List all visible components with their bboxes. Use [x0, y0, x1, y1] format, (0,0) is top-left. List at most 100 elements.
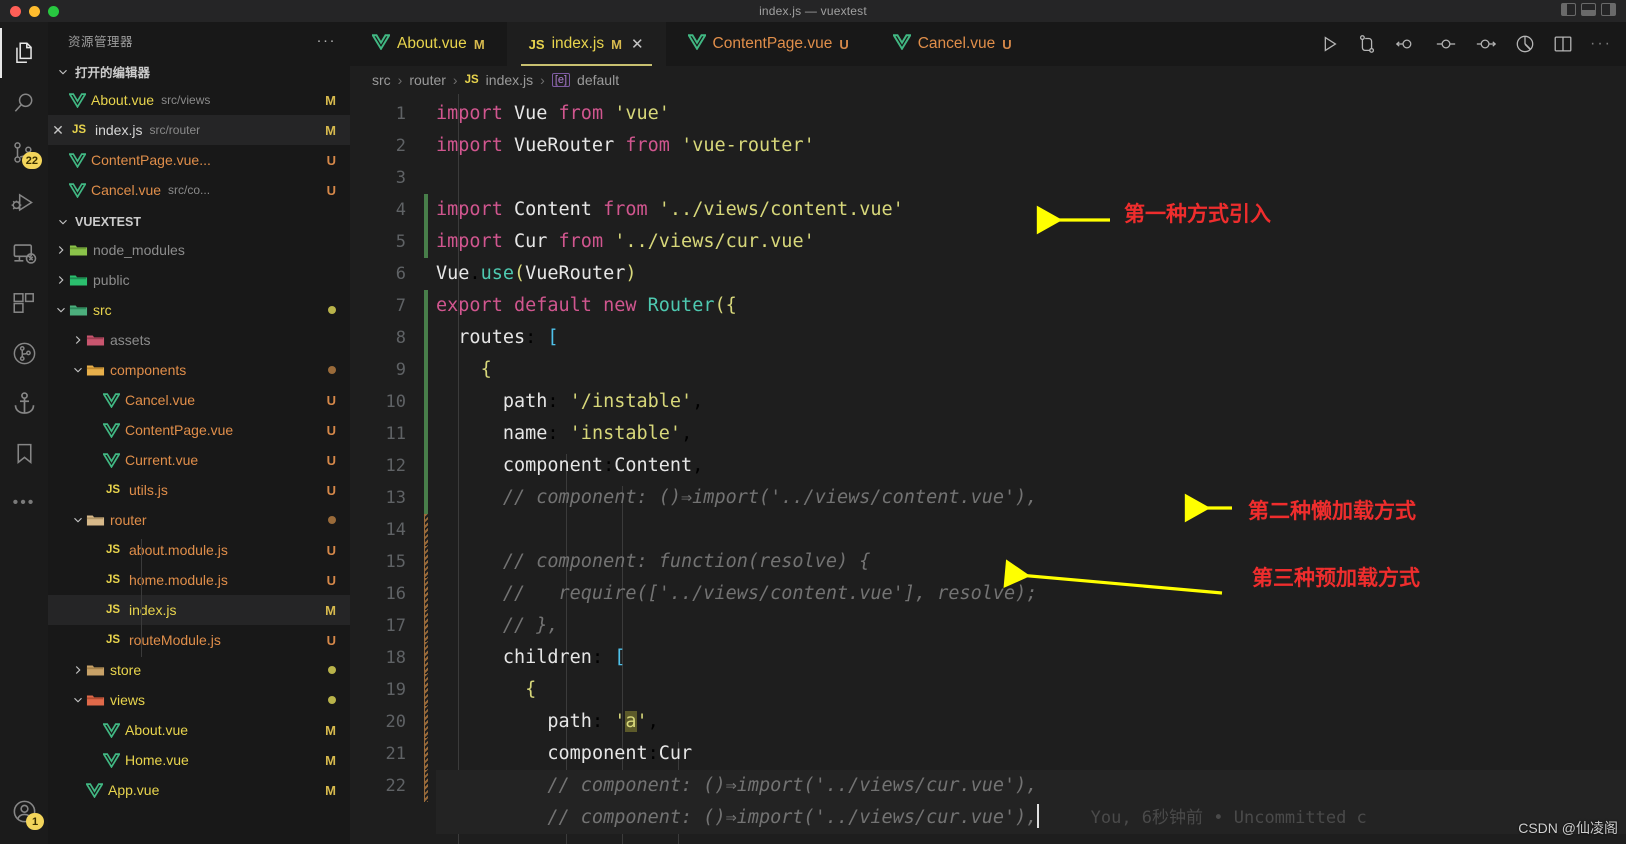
- code-content[interactable]: You, 实时 | 1 author (You) import Vue from…: [436, 94, 1626, 844]
- js-icon: JS: [71, 124, 87, 136]
- tree-file-row[interactable]: About.vue M: [48, 715, 350, 745]
- more-actions-icon[interactable]: ···: [1590, 36, 1612, 52]
- tree-folder-row[interactable]: node_modules: [48, 235, 350, 265]
- code-line[interactable]: // component: ()⇒import('../views/cur.vu…: [436, 770, 1626, 802]
- breadcrumb-item-router[interactable]: router: [409, 72, 446, 88]
- breadcrumb-item-src[interactable]: src: [372, 72, 391, 88]
- code-line[interactable]: import Content from '../views/content.vu…: [436, 194, 1626, 226]
- tree-folder-row[interactable]: store: [48, 655, 350, 685]
- code-line[interactable]: name: 'instable',: [436, 418, 1626, 450]
- explorer-more-actions-icon[interactable]: ···: [317, 33, 337, 48]
- source-control-graph-icon[interactable]: [1356, 33, 1378, 55]
- activity-gitlens[interactable]: [0, 328, 48, 378]
- breadcrumb-item-file[interactable]: index.js: [486, 72, 533, 88]
- code-line[interactable]: routes: [: [436, 322, 1626, 354]
- code-line[interactable]: Vue.use(VueRouter): [436, 258, 1626, 290]
- open-editor-row[interactable]: Cancel.vue src/co... U: [48, 175, 350, 205]
- code-line[interactable]: export default new Router({: [436, 290, 1626, 322]
- coverage-icon[interactable]: [1514, 33, 1536, 55]
- tab-about-vue[interactable]: About.vue M: [350, 22, 507, 66]
- debug-step-icon-2[interactable]: [1474, 33, 1498, 55]
- open-editor-filename: Cancel.vue: [91, 182, 162, 198]
- activity-bookmarks[interactable]: [0, 428, 48, 478]
- debug-step-icon-1[interactable]: [1434, 33, 1458, 55]
- activity-more-views[interactable]: •••: [0, 478, 48, 528]
- tree-file-row[interactable]: ContentPage.vue U: [48, 415, 350, 445]
- chevron-down-icon[interactable]: [71, 513, 85, 527]
- toggle-primary-sidebar-icon[interactable]: [1561, 3, 1576, 16]
- tree-file-row[interactable]: JS routeModule.js U: [48, 625, 350, 655]
- js-icon: JS: [464, 74, 479, 86]
- chevron-right-icon[interactable]: [54, 243, 68, 257]
- tree-folder-row[interactable]: assets: [48, 325, 350, 355]
- tree-folder-row[interactable]: src: [48, 295, 350, 325]
- tree-item-label: public: [93, 272, 130, 288]
- code-line[interactable]: {: [436, 354, 1626, 386]
- code-line[interactable]: [436, 162, 1626, 194]
- code-line[interactable]: path: '/instable',: [436, 386, 1626, 418]
- chevron-right-icon[interactable]: [71, 663, 85, 677]
- code-line[interactable]: [436, 514, 1626, 546]
- code-line[interactable]: {: [436, 674, 1626, 706]
- code-line[interactable]: // component: function(resolve) {: [436, 546, 1626, 578]
- open-editor-status: M: [325, 92, 336, 108]
- open-editor-row[interactable]: ContentPage.vue... U: [48, 145, 350, 175]
- code-line[interactable]: component:Content,: [436, 450, 1626, 482]
- tree-folder-row[interactable]: views: [48, 685, 350, 715]
- code-line[interactable]: import VueRouter from 'vue-router': [436, 130, 1626, 162]
- close-icon[interactable]: ✕: [48, 122, 68, 139]
- open-editor-row[interactable]: ✕ JS index.js src/router M: [48, 115, 350, 145]
- open-editors-section-header[interactable]: 打开的编辑器: [48, 58, 350, 85]
- chevron-right-icon[interactable]: [54, 273, 68, 287]
- tab-index-js[interactable]: JS index.js M ✕: [506, 22, 666, 66]
- open-editor-row[interactable]: About.vue src/views M: [48, 85, 350, 115]
- code-line-active[interactable]: // component: ()⇒import('../views/cur.vu…: [436, 802, 1626, 834]
- chevron-down-icon[interactable]: [71, 693, 85, 707]
- code-editor[interactable]: 12345678910111213141516171819202122 You,…: [350, 94, 1626, 844]
- code-line[interactable]: // component: ()⇒import('../views/conten…: [436, 482, 1626, 514]
- code-line[interactable]: // require(['../views/content.vue'], res…: [436, 578, 1626, 610]
- activity-explorer[interactable]: [0, 28, 48, 78]
- tree-file-row[interactable]: Current.vue U: [48, 445, 350, 475]
- tree-folder-row[interactable]: components: [48, 355, 350, 385]
- activity-run-debug[interactable]: [0, 178, 48, 228]
- tree-folder-row[interactable]: public: [48, 265, 350, 295]
- code-line[interactable]: import Vue from 'vue': [436, 98, 1626, 130]
- line-number: 9: [395, 360, 406, 380]
- activity-extensions[interactable]: [0, 278, 48, 328]
- code-line[interactable]: component:Cur: [436, 738, 1626, 770]
- split-editor-icon[interactable]: [1552, 33, 1574, 55]
- tree-file-row[interactable]: JS index.js M: [48, 595, 350, 625]
- tree-file-row[interactable]: JS utils.js U: [48, 475, 350, 505]
- activity-docker[interactable]: [0, 378, 48, 428]
- debug-alt-icon[interactable]: [1394, 33, 1418, 55]
- tree-file-row[interactable]: Cancel.vue U: [48, 385, 350, 415]
- modified-line-marker: [424, 674, 428, 706]
- code-line[interactable]: import Cur from '../views/cur.vue': [436, 226, 1626, 258]
- breadcrumb-item-symbol[interactable]: default: [577, 72, 619, 88]
- code-line[interactable]: // },: [436, 610, 1626, 642]
- activity-remote-explorer[interactable]: [0, 228, 48, 278]
- activity-account[interactable]: 1: [0, 786, 48, 836]
- run-icon[interactable]: [1318, 33, 1340, 55]
- chevron-down-icon: [56, 215, 70, 229]
- chevron-down-icon[interactable]: [54, 303, 68, 317]
- activity-search[interactable]: [0, 78, 48, 128]
- tab-contentpage-vue[interactable]: ContentPage.vue U: [665, 22, 871, 66]
- toggle-panel-icon[interactable]: [1581, 3, 1596, 16]
- tree-file-row[interactable]: JS about.module.js U: [48, 535, 350, 565]
- layout-toggle-group[interactable]: [1561, 3, 1616, 16]
- activity-source-control[interactable]: 22: [0, 128, 48, 178]
- tab-cancel-vue[interactable]: Cancel.vue U: [870, 22, 1034, 66]
- close-icon[interactable]: ✕: [631, 35, 644, 53]
- tree-file-row[interactable]: JS home.module.js U: [48, 565, 350, 595]
- tree-file-row[interactable]: App.vue M: [48, 775, 350, 805]
- project-section-header[interactable]: VUEXTEST: [48, 208, 350, 235]
- code-line[interactable]: children: [: [436, 642, 1626, 674]
- chevron-right-icon[interactable]: [71, 333, 85, 347]
- tree-file-row[interactable]: Home.vue M: [48, 745, 350, 775]
- tree-folder-row[interactable]: router: [48, 505, 350, 535]
- toggle-secondary-sidebar-icon[interactable]: [1601, 3, 1616, 16]
- chevron-down-icon[interactable]: [71, 363, 85, 377]
- code-line[interactable]: path: 'a',: [436, 706, 1626, 738]
